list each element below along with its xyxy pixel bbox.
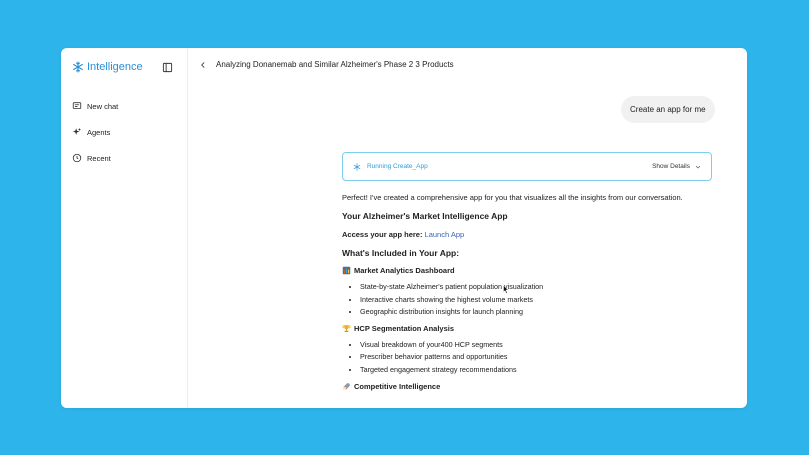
sidebar-toggle-icon[interactable] xyxy=(162,62,173,73)
list-item: Visual breakdown of your400 HCP segments xyxy=(360,341,722,350)
list-item: Geographic distribution insights for lau… xyxy=(360,307,722,317)
mouse-cursor-icon xyxy=(503,285,509,294)
sidebar-item-new-chat[interactable]: New chat xyxy=(72,101,118,111)
sidebar-item-agents[interactable]: Agents xyxy=(72,127,110,137)
snowflake-icon xyxy=(73,61,83,73)
list-item: Interactive charts showing the highest v… xyxy=(360,295,722,305)
sidebar-item-label: Agents xyxy=(87,127,111,137)
access-label: Access your app here: xyxy=(342,230,423,240)
included-heading: What's Included in Your App: xyxy=(342,248,460,259)
rocket-icon xyxy=(343,383,350,391)
chevron-left-icon[interactable] xyxy=(199,61,207,69)
app-window: ✦ Intelligence New chat xyxy=(61,48,747,408)
bar-chart-icon xyxy=(342,267,351,275)
section-title-text: Competitive Intelligence xyxy=(354,382,441,392)
assistant-message: Perfect! I've created a comprehensive ap… xyxy=(342,193,722,399)
section-title-hcp-segmentation: HCP Segmentation Analysis xyxy=(342,324,722,333)
launch-app-link[interactable]: Launch App xyxy=(425,230,465,239)
brand-name: Intelligence xyxy=(87,61,143,73)
chat-icon xyxy=(72,102,82,109)
section-title-text: HCP Segmentation Analysis xyxy=(354,324,455,334)
spinner-icon xyxy=(353,162,361,171)
section-title-competitive-intelligence: Competitive Intelligence xyxy=(342,382,722,391)
show-details-button[interactable]: Show Details xyxy=(652,163,701,170)
sparkle-icon xyxy=(72,127,82,135)
show-details-label: Show Details xyxy=(652,163,690,170)
tool-status-card: Running Create_App Show Details xyxy=(342,152,712,181)
page-title: Analyzing Donanemab and Similar Alzheime… xyxy=(216,60,454,69)
user-message-bubble: Create an app for me xyxy=(621,96,715,123)
sidebar-item-label: Recent xyxy=(87,153,111,163)
sidebar: Intelligence New chat Agents Recent xyxy=(61,48,188,408)
sidebar-item-recent[interactable]: Recent xyxy=(72,153,111,163)
section-title-text: Market Analytics Dashboard xyxy=(354,266,455,276)
access-line: Access your app here: Launch App xyxy=(342,230,722,239)
bullet-list: Visual breakdown of your400 HCP segments… xyxy=(342,341,722,374)
list-item: Targeted engagement strategy recommendat… xyxy=(360,365,722,375)
section-title-market-analytics: Market Analytics Dashboard xyxy=(342,266,722,275)
trophy-icon xyxy=(342,325,351,333)
list-item: Prescriber behavior patterns and opportu… xyxy=(360,353,722,362)
brand-logo[interactable]: Intelligence xyxy=(72,61,143,73)
list-item: State-by-state Alzheimer's patient popul… xyxy=(360,283,722,292)
sidebar-item-label: New chat xyxy=(87,101,119,111)
conversation-header: Analyzing Donanemab and Similar Alzheime… xyxy=(199,60,454,69)
bullet-list: State-by-state Alzheimer's patient popul… xyxy=(342,283,722,316)
response-heading: Your Alzheimer's Market Intelligence App xyxy=(342,211,508,221)
clock-icon xyxy=(72,153,82,163)
response-intro: Perfect! I've created a comprehensive ap… xyxy=(342,193,683,202)
status-text: Running Create_App xyxy=(367,163,428,170)
chevron-down-icon xyxy=(695,165,701,168)
